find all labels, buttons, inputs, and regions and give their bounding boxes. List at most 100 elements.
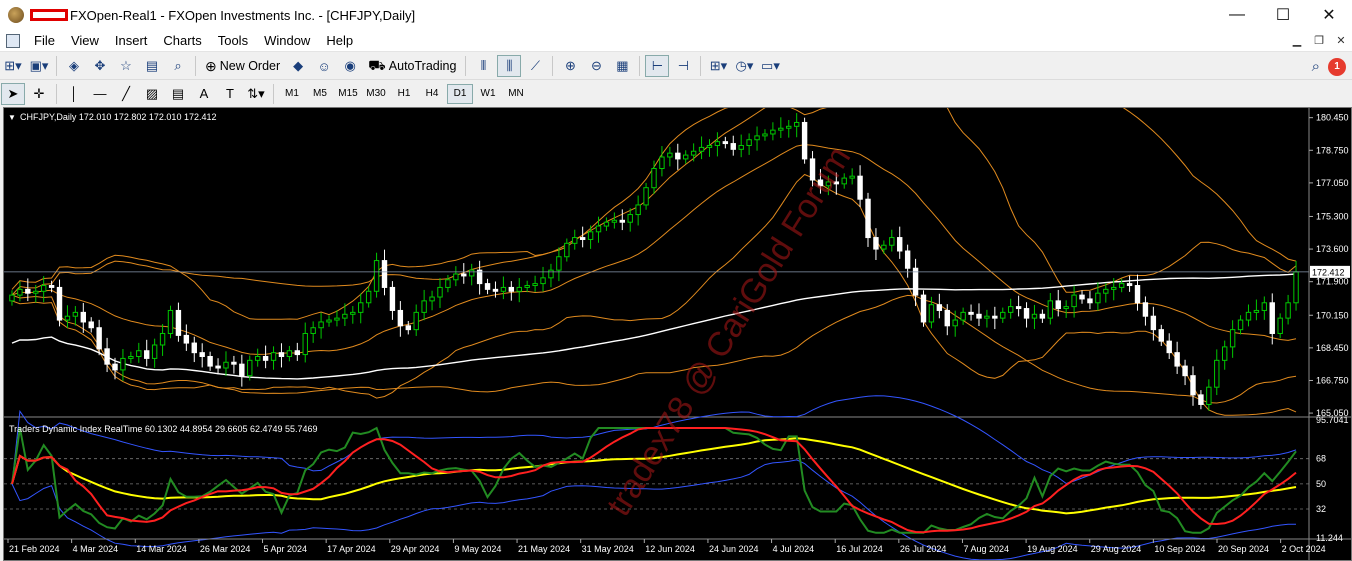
timeframe-m15[interactable]: M15 <box>335 84 361 104</box>
indicators-button[interactable]: ⊞▾ <box>706 55 730 77</box>
market-watch-button[interactable]: ◈ <box>62 55 86 77</box>
timeframe-h4[interactable]: H4 <box>419 84 445 104</box>
menu-file[interactable]: File <box>26 30 63 52</box>
time-tick-label: 12 Jun 2024 <box>645 544 695 554</box>
chart-window-icon[interactable] <box>6 33 20 48</box>
auto-scroll-button[interactable]: ⊢ <box>645 55 670 77</box>
indicator-tick-label: 68 <box>1316 454 1326 464</box>
tile-windows-button[interactable]: ▦ <box>610 55 634 77</box>
horizontal-line-button[interactable]: — <box>88 83 112 105</box>
candle-body <box>183 334 190 344</box>
candle-body <box>231 361 237 365</box>
arrows-button[interactable]: ⇅▾ <box>244 83 268 105</box>
timeframe-m1[interactable]: M1 <box>279 84 305 104</box>
menu-help[interactable]: Help <box>318 30 361 52</box>
candle-body <box>508 286 515 292</box>
text-button[interactable]: A <box>192 83 216 105</box>
menu-window[interactable]: Window <box>256 30 318 52</box>
minimize-button[interactable]: — <box>1214 0 1260 30</box>
menu-view[interactable]: View <box>63 30 107 52</box>
candle-body <box>1000 311 1006 319</box>
app-icon[interactable] <box>8 7 24 23</box>
templates-button[interactable]: ▭▾ <box>758 55 782 77</box>
cursor-button[interactable]: ➤ <box>1 82 25 105</box>
timeframe-mn[interactable]: MN <box>503 84 529 104</box>
chart-menu-icon[interactable]: ▼ <box>8 113 16 122</box>
menu-charts[interactable]: Charts <box>155 30 209 52</box>
terminal-button[interactable]: ▤ <box>140 55 164 77</box>
candle[interactable] <box>920 290 927 327</box>
redaction-mark <box>30 9 68 21</box>
candle-body <box>88 321 94 329</box>
line-chart-button[interactable]: ⟋ <box>523 55 547 77</box>
market-watch-icon: ◈ <box>69 58 79 73</box>
candle-body <box>468 269 475 277</box>
candle-body <box>1221 346 1228 361</box>
candle-body <box>120 357 126 371</box>
drawing-toolbar: ➤ ✛ │ — ╱ ▨ ▤ A T ⇅▾ M1 M5 M15 M30 H1 H4… <box>0 81 1352 106</box>
mdi-close-button[interactable]: ✕ <box>1330 33 1352 49</box>
zoom-in-button[interactable]: ⊕ <box>558 55 582 77</box>
time-tick-label: 26 Jul 2024 <box>900 544 947 554</box>
candlestick-icon: ⫼ <box>506 58 513 73</box>
chart-header: CHFJPY,Daily 172.010 172.802 172.010 172… <box>20 112 216 122</box>
close-button[interactable]: ✕ <box>1306 0 1352 30</box>
periods-button[interactable]: ◷▾ <box>732 55 756 77</box>
new-order-icon: ⊕ <box>205 57 217 74</box>
vertical-line-button[interactable]: │ <box>62 83 86 105</box>
equidistant-channel-button[interactable]: ▨ <box>140 83 164 105</box>
new-chart-button[interactable]: ⊞▾ <box>1 55 25 77</box>
text-label-button[interactable]: T <box>218 83 242 105</box>
candle-body <box>1103 288 1109 294</box>
menu-insert[interactable]: Insert <box>107 30 156 52</box>
crosshair-button[interactable]: ✛ <box>27 83 51 105</box>
price-chart[interactable]: CHFJPY,Daily 172.010 172.802 172.010 172… <box>4 108 1351 560</box>
indicator-header: Traders Dynamic Index RealTime 60.1302 4… <box>9 424 318 434</box>
candle-body <box>1285 302 1291 319</box>
candle-body <box>1111 286 1117 290</box>
bar-chart-button[interactable]: ⫴ <box>471 55 495 77</box>
timeframe-m30[interactable]: M30 <box>363 84 389 104</box>
candle-body <box>334 317 340 321</box>
price-tick-label: 170.150 <box>1316 310 1349 320</box>
timeframe-w1[interactable]: W1 <box>475 84 501 104</box>
timeframe-d1[interactable]: D1 <box>447 83 473 104</box>
chart-window[interactable]: CHFJPY,Daily 172.010 172.802 172.010 172… <box>3 107 1352 561</box>
candle-body <box>9 294 15 302</box>
strategy-tester-button[interactable]: ⌕ <box>166 55 190 77</box>
signals-button[interactable]: ☺ <box>312 55 336 77</box>
new-order-button[interactable]: ⊕ New Order <box>201 55 284 77</box>
chart-shift-button[interactable]: ⊣ <box>671 55 695 77</box>
notification-badge[interactable]: 1 <box>1328 57 1346 76</box>
autotrading-button[interactable]: ⛟ AutoTrading <box>364 55 460 77</box>
navigator-button[interactable]: ☆ <box>114 55 138 77</box>
time-tick-label: 5 Apr 2024 <box>264 544 308 554</box>
indicator-tick-label: 50 <box>1316 479 1326 489</box>
market-button[interactable]: ◉ <box>338 55 362 77</box>
search-icon[interactable]: ⌕ <box>1312 58 1320 75</box>
trendline-button[interactable]: ╱ <box>114 83 138 105</box>
mdi-minimize-button[interactable]: ▁ <box>1286 33 1308 49</box>
candle-body <box>104 348 110 365</box>
timeframe-h1[interactable]: H1 <box>391 84 417 104</box>
timeframe-m5[interactable]: M5 <box>307 84 333 104</box>
standard-toolbar: ⊞▾ ▣▾ ◈ ✥ ☆ ▤ ⌕ ⊕ New Order ◆ ☺ ◉ ⛟ AutoTr… <box>0 53 1352 80</box>
candle[interactable] <box>801 117 808 164</box>
metaeditor-button[interactable]: ◆ <box>286 55 310 77</box>
candle-body <box>793 121 800 127</box>
indicator-tick-label: 11.244 <box>1316 533 1343 543</box>
menu-tools[interactable]: Tools <box>210 30 256 52</box>
mdi-restore-button[interactable]: ❐ <box>1308 33 1330 49</box>
candle-body <box>175 309 182 336</box>
profiles-button[interactable]: ▣▾ <box>27 55 51 77</box>
templates-icon: ▭▾ <box>761 58 780 73</box>
candle-body <box>461 273 467 277</box>
data-window-button[interactable]: ✥ <box>88 55 112 77</box>
candlestick-button[interactable]: ⫼ <box>497 55 522 77</box>
candle[interactable] <box>167 305 174 339</box>
fibonacci-button[interactable]: ▤ <box>166 83 190 105</box>
candle-body <box>698 146 705 152</box>
maximize-button[interactable]: ☐ <box>1260 0 1306 30</box>
candle-body <box>611 219 618 223</box>
zoom-out-button[interactable]: ⊖ <box>584 55 608 77</box>
